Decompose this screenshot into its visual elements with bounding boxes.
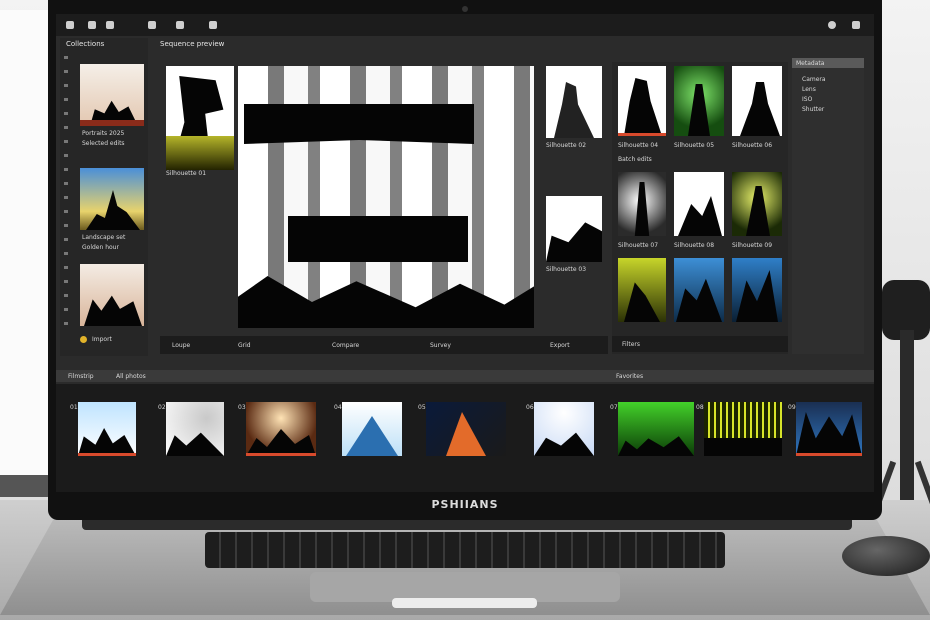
filmstrip-frame[interactable] — [342, 402, 402, 456]
filmstrip-frame[interactable] — [704, 402, 782, 456]
screen: Collections Portraits 2025 Selected edit… — [56, 14, 874, 492]
share-icon[interactable] — [106, 21, 114, 29]
preview-caption: Silhouette 03 — [546, 266, 587, 273]
grid-footer: Filters — [612, 336, 788, 352]
close-icon[interactable] — [852, 21, 860, 29]
brand-label: PSHIIANS — [431, 498, 499, 511]
favorites-tab[interactable]: Favorites — [616, 373, 643, 380]
filmstrip-frame[interactable] — [426, 402, 506, 456]
filmstrip-frame[interactable] — [78, 402, 136, 456]
filmstrip-frame[interactable] — [534, 402, 594, 456]
frame-number: 06 — [526, 404, 534, 411]
frame-number: 09 — [788, 404, 796, 411]
filmstrip-frame[interactable] — [166, 402, 224, 456]
grid-thumb[interactable] — [618, 172, 666, 236]
back-icon[interactable] — [66, 21, 74, 29]
filmstrip-header: Filmstrip All photos Favorites — [56, 370, 874, 382]
library-thumb[interactable] — [80, 264, 144, 326]
view-mode-survey[interactable]: Survey — [430, 342, 451, 349]
laptop-front-edge — [392, 598, 537, 608]
frame-number: 07 — [610, 404, 618, 411]
window-icon[interactable] — [176, 21, 184, 29]
preview-card[interactable] — [546, 196, 602, 262]
library-scroll-markers — [64, 56, 68, 336]
grid-thumb[interactable] — [732, 172, 782, 236]
sync-icon[interactable] — [148, 21, 156, 29]
preview-caption: Silhouette 01 — [166, 170, 207, 177]
library-caption: Landscape set — [82, 234, 126, 241]
grid-thumb[interactable] — [618, 258, 666, 322]
desk-puck — [842, 536, 930, 576]
secondary-display — [0, 10, 52, 480]
grid-thumb[interactable] — [674, 172, 724, 236]
filmstrip-frame[interactable] — [246, 402, 316, 456]
import-icon[interactable] — [80, 336, 87, 343]
top-toolbar — [56, 14, 874, 36]
grid-caption: Silhouette 04 — [618, 142, 659, 149]
view-toolbar: Loupe Grid Compare Survey Export — [160, 336, 608, 354]
grid-thumb[interactable] — [732, 258, 782, 322]
grid-thumb[interactable] — [674, 258, 724, 322]
filmstrip-label: Filmstrip — [68, 373, 94, 380]
filmstrip-frame[interactable] — [618, 402, 694, 456]
grid-caption: Silhouette 06 — [732, 142, 773, 149]
grid-caption: Silhouette 08 — [674, 242, 715, 249]
grid-thumb[interactable] — [732, 66, 782, 136]
capture-icon[interactable] — [209, 21, 217, 29]
library-caption: Selected edits — [82, 140, 125, 147]
import-label[interactable]: Import — [92, 336, 112, 343]
preview-card[interactable] — [546, 66, 602, 138]
library-thumb[interactable] — [80, 64, 144, 126]
metadata-row: Shutter — [802, 106, 825, 113]
library-panel: Collections Portraits 2025 Selected edit… — [60, 38, 148, 356]
filmstrip-frame[interactable] — [796, 402, 862, 456]
grid-thumb[interactable] — [674, 66, 724, 136]
filmstrip: 01 02 03 04 05 06 07 08 09 — [56, 384, 874, 492]
metadata-header-bar: Metadata — [792, 58, 864, 68]
view-mode-compare[interactable]: Compare — [332, 342, 359, 349]
metadata-panel: Metadata Camera Lens ISO Shutter — [792, 58, 864, 354]
grid-caption: Silhouette 09 — [732, 242, 773, 249]
preview-caption: Silhouette 02 — [546, 142, 587, 149]
grid-caption: Silhouette 07 — [618, 242, 659, 249]
camera-stand — [900, 330, 914, 500]
metadata-row: ISO — [802, 96, 813, 103]
grid-caption: Silhouette 05 — [674, 142, 715, 149]
preview-side-photo[interactable] — [166, 66, 234, 170]
frame-number: 01 — [70, 404, 78, 411]
frame-number: 03 — [238, 404, 246, 411]
frame-number: 05 — [418, 404, 426, 411]
library-thumb[interactable] — [80, 168, 144, 230]
metadata-row: Lens — [802, 86, 816, 93]
grid-section-label: Batch edits — [618, 156, 652, 163]
view-mode-loupe[interactable]: Loupe — [172, 342, 190, 349]
metadata-row: Camera — [802, 76, 826, 83]
grid-panel: Silhouette 04 Silhouette 05 Silhouette 0… — [612, 62, 788, 354]
view-mode-grid[interactable]: Grid — [238, 342, 251, 349]
main-view-title: Sequence preview — [160, 40, 225, 48]
laptop-keyboard — [205, 532, 725, 568]
library-title: Collections — [66, 40, 105, 48]
secondary-display-stand — [0, 475, 55, 497]
frame-number: 02 — [158, 404, 166, 411]
export-button[interactable]: Export — [550, 342, 570, 349]
webcam-dot — [462, 6, 468, 12]
library-caption: Portraits 2025 — [82, 130, 125, 137]
frame-number: 08 — [696, 404, 704, 411]
grid-thumb[interactable] — [618, 66, 666, 136]
filters-button[interactable]: Filters — [622, 341, 640, 348]
settings-icon[interactable] — [88, 21, 96, 29]
metadata-header: Metadata — [796, 60, 825, 67]
library-caption: Golden hour — [82, 244, 119, 251]
main-preview-image[interactable] — [238, 66, 534, 328]
filmstrip-tab[interactable]: All photos — [116, 373, 146, 380]
search-icon[interactable] — [828, 21, 836, 29]
frame-number: 04 — [334, 404, 342, 411]
